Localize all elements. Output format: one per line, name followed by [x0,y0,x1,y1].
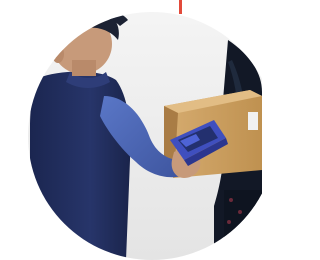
photo-scene [0,0,262,260]
delivery-illustration [28,0,262,260]
photo-circle [28,12,262,260]
accent-line [179,0,182,14]
